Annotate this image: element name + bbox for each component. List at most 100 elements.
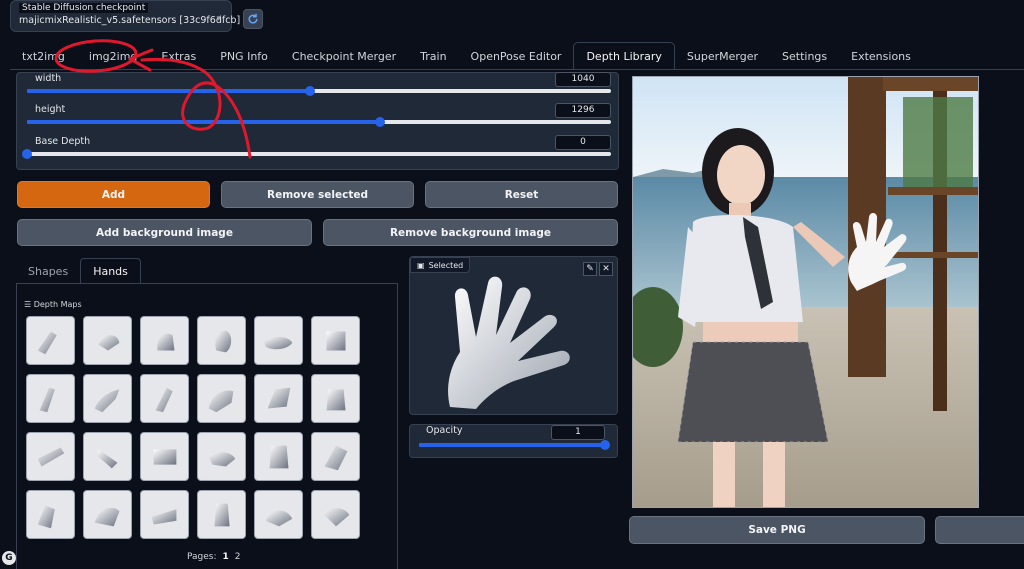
opacity-slider-panel: Opacity 1 — [409, 424, 618, 458]
opacity-slider-thumb[interactable] — [600, 440, 610, 450]
depth-map-thumbnail[interactable] — [311, 374, 360, 423]
tab-extensions[interactable]: Extensions — [839, 42, 923, 70]
hand-depth-icon — [156, 333, 174, 350]
depth-maps-header: ☰ Depth Maps — [24, 300, 82, 309]
hand-depth-icon — [269, 445, 288, 468]
gradio-logo-icon: G — [2, 551, 16, 565]
tab-png-info[interactable]: PNG Info — [208, 42, 280, 70]
depth-map-thumbnail[interactable] — [26, 432, 75, 481]
base-depth-slider-row: Base Depth 0 — [22, 135, 611, 164]
depth-map-thumbnail[interactable] — [26, 316, 75, 365]
depth-map-thumbnail[interactable] — [83, 432, 132, 481]
tab-train[interactable]: Train — [408, 42, 458, 70]
depth-map-thumbnail[interactable] — [311, 316, 360, 365]
width-label: width — [35, 73, 62, 84]
tab-supermerger[interactable]: SuperMerger — [675, 42, 770, 70]
size-sliders-panel: width 1040 height 1296 Base Depth 0 — [16, 72, 619, 170]
gallery-icon: ☰ — [24, 300, 32, 309]
depth-canvas[interactable] — [632, 76, 979, 508]
add-background-image-button[interactable]: Add background image — [17, 219, 312, 246]
base-depth-slider[interactable] — [22, 149, 611, 159]
depth-map-thumbnail[interactable] — [197, 374, 246, 423]
chevron-down-icon: ▾ — [216, 14, 221, 24]
checkpoint-value: majicmixRealistic_v5.safetensors [33c9f6… — [19, 15, 241, 26]
depth-map-thumbnail[interactable] — [140, 490, 189, 539]
depth-map-thumbnail[interactable] — [254, 490, 303, 539]
opacity-slider[interactable] — [419, 440, 610, 450]
checkpoint-dropdown[interactable]: Stable Diffusion checkpoint majicmixReal… — [10, 0, 240, 32]
opacity-number-input[interactable]: 1 — [551, 425, 605, 440]
hand-depth-icon — [153, 448, 176, 465]
remove-selected-button[interactable]: Remove selected — [221, 181, 414, 208]
close-icon[interactable]: ✕ — [599, 262, 613, 276]
hand-depth-icon — [94, 389, 119, 412]
remove-background-image-button[interactable]: Remove background image — [323, 219, 618, 246]
refresh-button[interactable] — [243, 9, 263, 29]
height-number-input[interactable]: 1296 — [555, 103, 611, 118]
depth-map-thumbnail[interactable] — [83, 374, 132, 423]
depth-map-thumbnail[interactable] — [140, 316, 189, 365]
tab-img2img[interactable]: img2img — [77, 42, 150, 70]
add-button[interactable]: Add — [17, 181, 210, 208]
depth-map-thumbnail[interactable] — [254, 432, 303, 481]
depth-maps-title: Depth Maps — [33, 300, 82, 309]
width-slider[interactable] — [27, 86, 611, 96]
tab-hands[interactable]: Hands — [80, 258, 141, 284]
height-slider-thumb[interactable] — [375, 117, 386, 127]
hand-depth-icon — [96, 448, 117, 468]
hand-depth-icon — [263, 336, 292, 349]
selected-preview: ▣ Selected ✎ ✕ — [409, 256, 618, 415]
height-slider-fill — [27, 120, 381, 124]
opacity-label: Opacity — [426, 425, 463, 436]
hand-depth-icon — [37, 447, 64, 466]
width-number-input[interactable]: 1040 — [555, 72, 611, 87]
tab-shapes[interactable]: Shapes — [16, 258, 80, 284]
hand-depth-icon — [326, 389, 345, 410]
tab-settings[interactable]: Settings — [770, 42, 839, 70]
base-depth-label: Base Depth — [35, 136, 91, 147]
base-depth-slider-thumb[interactable] — [22, 149, 32, 159]
depth-map-thumbnail[interactable] — [140, 432, 189, 481]
page-1-link[interactable]: 1 — [223, 552, 229, 562]
main-tabs: txt2img img2img Extras PNG Info Checkpoi… — [10, 42, 923, 70]
hand-depth-icon — [98, 334, 119, 350]
checkpoint-label: Stable Diffusion checkpoint — [19, 3, 149, 13]
depth-map-thumbnail[interactable] — [83, 490, 132, 539]
width-slider-thumb[interactable] — [305, 86, 316, 96]
preview-tools: ✎ ✕ — [583, 262, 613, 276]
depth-map-thumbnail[interactable] — [311, 432, 360, 481]
page-2-link[interactable]: 2 — [235, 552, 241, 562]
hand-depth-icon — [37, 505, 55, 528]
depth-map-thumbnail[interactable] — [197, 490, 246, 539]
depth-map-thumbnail[interactable] — [26, 374, 75, 423]
depth-maps-gallery: ☰ Depth Maps Pages: 1 2 — [16, 283, 398, 569]
tab-divider — [10, 69, 1024, 70]
tab-depth-library[interactable]: Depth Library — [573, 42, 675, 70]
hand-depth-icon — [265, 509, 292, 526]
depth-map-thumbnail[interactable] — [140, 374, 189, 423]
depth-map-thumbnail[interactable] — [197, 432, 246, 481]
depth-map-thumbnail[interactable] — [83, 316, 132, 365]
tab-extras[interactable]: Extras — [149, 42, 208, 70]
hand-depth-icon — [37, 331, 57, 354]
depth-map-thumbnail[interactable] — [311, 490, 360, 539]
depth-map-thumbnail[interactable] — [254, 374, 303, 423]
tab-checkpoint-merger[interactable]: Checkpoint Merger — [280, 42, 408, 70]
hand-depth-icon — [155, 387, 173, 412]
selected-hand-depth-image — [448, 276, 570, 409]
depth-map-thumbnail[interactable] — [26, 490, 75, 539]
tab-txt2img[interactable]: txt2img — [10, 42, 77, 70]
refresh-icon — [248, 13, 258, 24]
base-depth-number-input[interactable]: 0 — [555, 135, 611, 150]
depth-map-thumbnail[interactable] — [197, 316, 246, 365]
reset-button[interactable]: Reset — [425, 181, 618, 208]
tab-openpose-editor[interactable]: OpenPose Editor — [459, 42, 574, 70]
hand-depth-icon — [324, 445, 347, 470]
height-slider[interactable] — [27, 117, 611, 127]
edit-icon[interactable]: ✎ — [583, 262, 597, 276]
save-png-button[interactable]: Save PNG — [629, 516, 925, 544]
extra-button[interactable] — [935, 516, 1024, 544]
hand-depth-icon — [151, 508, 176, 524]
height-slider-row: height 1296 — [27, 103, 611, 132]
depth-map-thumbnail[interactable] — [254, 316, 303, 365]
